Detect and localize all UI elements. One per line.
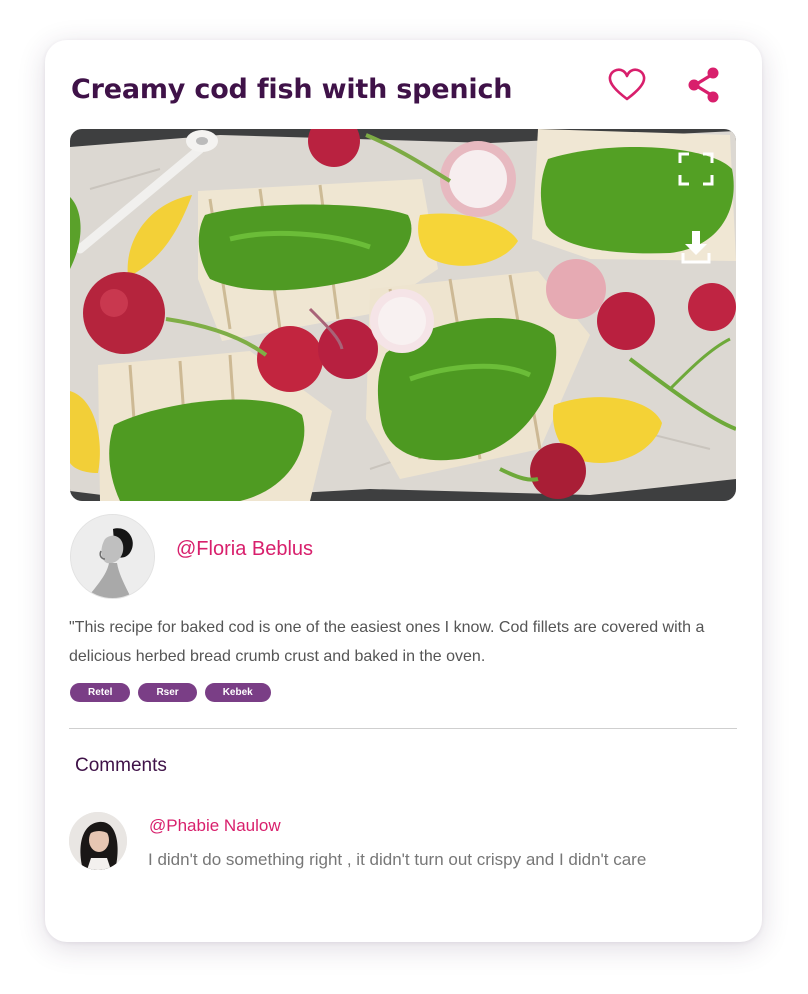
comments-heading: Comments [75,755,167,776]
tag-list: Retel Rser Kebek [70,683,271,702]
heart-icon[interactable] [607,67,647,103]
recipe-card: Creamy cod fish with spenich @Floria Beb… [45,40,762,942]
commenter-avatar[interactable] [69,812,127,870]
comment-text: I didn't do something right , it didn't … [148,850,647,869]
fullscreen-icon[interactable] [676,150,716,188]
author-username[interactable]: @Floria Beblus [176,538,313,561]
divider [69,728,737,729]
share-icon[interactable] [687,66,721,104]
tag-chip[interactable]: Kebek [204,683,271,702]
tag-chip[interactable]: Rser [138,683,197,702]
commenter-username[interactable]: @Phabie Naulow [149,816,281,836]
download-icon[interactable] [681,229,711,265]
tag-chip[interactable]: Retel [70,683,131,702]
author-avatar[interactable] [70,514,155,599]
recipe-photo [70,129,736,501]
recipe-title: Creamy cod fish with spenich [71,74,513,105]
recipe-description: "This recipe for baked cod is one of the… [69,619,705,665]
